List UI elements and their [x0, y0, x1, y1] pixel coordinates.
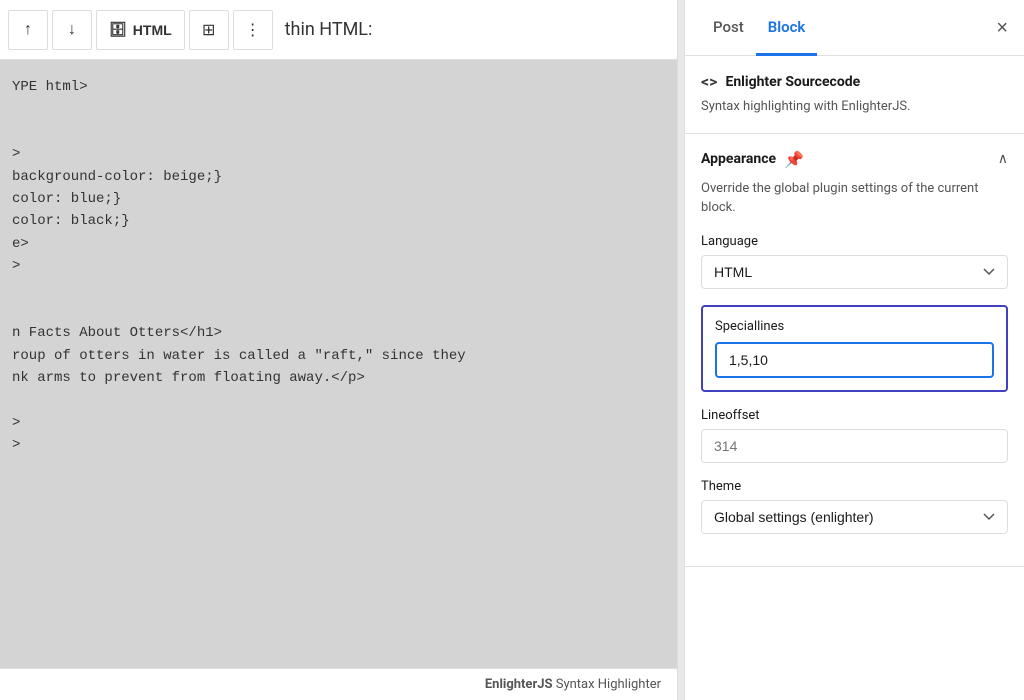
html-block-icon: 🗄 — [109, 21, 127, 38]
block-title-text: thin HTML: — [285, 19, 373, 40]
move-down-button[interactable]: ↓ — [52, 10, 92, 50]
appearance-header[interactable]: Appearance 📌 ∧ — [701, 150, 1008, 169]
lineoffset-label: Lineoffset — [701, 408, 1008, 423]
tab-post-label: Post — [713, 18, 744, 36]
theme-field-group: Theme Global settings (enlighter) Enligh… — [701, 479, 1008, 534]
pin-icon: 📌 — [784, 150, 804, 169]
footer-label-text: Syntax Highlighter — [556, 677, 661, 692]
right-panel: Post Block × <> Enlighter Sourcecode Syn… — [684, 0, 1024, 700]
speciallines-label: Speciallines — [715, 319, 994, 334]
code-footer: EnlighterJS Syntax Highlighter — [0, 668, 677, 700]
toolbar: ↑ ↓ 🗄 HTML ⊞ ⋮ thin HTML: — [0, 0, 677, 60]
code-content: YPE html> > background-color: beige;} co… — [12, 76, 665, 457]
language-label: Language — [701, 234, 1008, 249]
appearance-title: Appearance — [701, 151, 776, 167]
theme-label: Theme — [701, 479, 1008, 494]
panel-tab-bar: Post Block × — [685, 0, 1024, 56]
more-icon: ⋮ — [245, 20, 261, 40]
lineoffset-input[interactable] — [701, 429, 1008, 463]
block-description: Syntax highlighting with EnlighterJS. — [701, 97, 1008, 117]
appearance-section: Appearance 📌 ∧ Override the global plugi… — [685, 134, 1024, 567]
speciallines-field-group: Speciallines — [701, 305, 1008, 392]
block-header: <> Enlighter Sourcecode — [701, 72, 1008, 91]
chevron-up-icon: ∧ — [998, 151, 1008, 167]
down-icon: ↓ — [68, 21, 76, 39]
more-options-button[interactable]: ⋮ — [233, 10, 273, 50]
transform-button[interactable]: ⊞ — [189, 10, 229, 50]
appearance-description: Override the global plugin settings of t… — [701, 179, 1008, 218]
block-type-title: Enlighter Sourcecode — [725, 74, 860, 90]
move-up-button[interactable]: ↑ — [8, 10, 48, 50]
language-select[interactable]: HTML CSS JavaScript PHP Python — [701, 255, 1008, 289]
html-block-label: HTML — [133, 22, 172, 38]
code-editor-area[interactable]: YPE html> > background-color: beige;} co… — [0, 60, 677, 668]
theme-select[interactable]: Global settings (enlighter) Enlighter At… — [701, 500, 1008, 534]
up-icon: ↑ — [24, 21, 32, 39]
block-info-section: <> Enlighter Sourcecode Syntax highlight… — [685, 56, 1024, 134]
language-field-group: Language HTML CSS JavaScript PHP Python — [701, 234, 1008, 289]
tab-post[interactable]: Post — [701, 1, 756, 56]
lineoffset-field-group: Lineoffset — [701, 408, 1008, 463]
left-panel: ↑ ↓ 🗄 HTML ⊞ ⋮ thin HTML: YPE html> > ba… — [0, 0, 678, 700]
transform-icon: ⊞ — [202, 20, 215, 40]
panel-close-button[interactable]: × — [996, 18, 1008, 38]
speciallines-input[interactable] — [715, 342, 994, 378]
tab-block-label: Block — [768, 18, 806, 36]
tab-block[interactable]: Block — [756, 1, 818, 56]
appearance-title-row: Appearance 📌 — [701, 150, 804, 169]
brand-name: EnlighterJS — [485, 677, 553, 692]
block-type-icon: <> — [701, 72, 717, 91]
html-block-button[interactable]: 🗄 HTML — [96, 10, 185, 50]
